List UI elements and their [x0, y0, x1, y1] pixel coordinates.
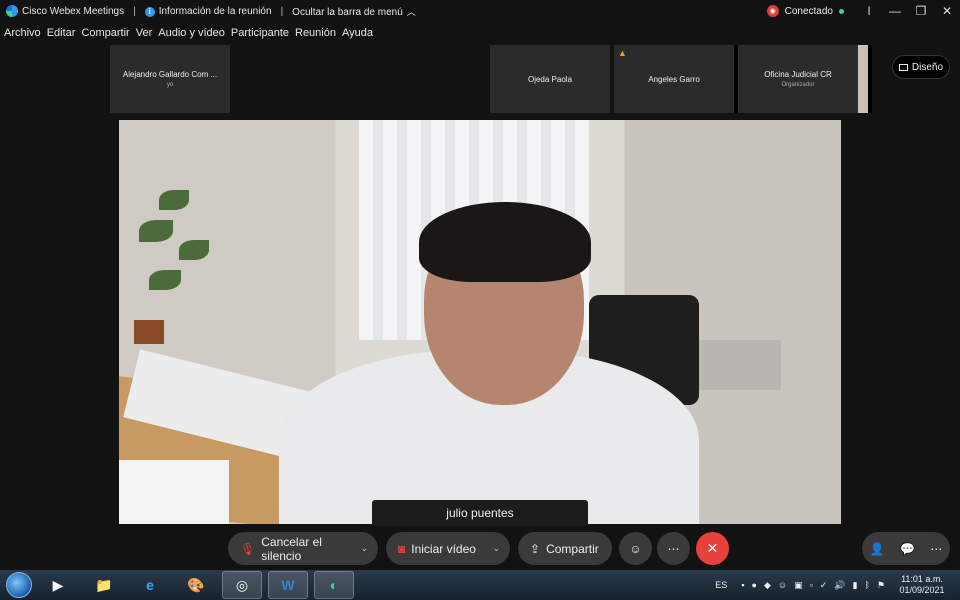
menu-bar: Archivo Editar Compartir Ver Audio y víd…	[0, 24, 375, 42]
connection-status: Conectado	[784, 5, 833, 17]
reactions-button[interactable]: ☺	[619, 532, 652, 565]
menu-archivo[interactable]: Archivo	[4, 27, 41, 39]
chrome-icon[interactable]: ◎	[222, 571, 262, 599]
share-label: Compartir	[546, 541, 599, 556]
meeting-info-label: Información de la reunión	[158, 5, 272, 17]
title-bar-right: ◉ Conectado ǀ — ❐ ✕	[766, 0, 960, 22]
windows-taskbar: ▶ 📁 e 🎨 ◎ W ◐ ES ▪ ● ◆ ☺ ▣ ▫ ✓ 🔊 ▮ ᛒ ⚑ 1…	[0, 570, 960, 600]
webex-logo-icon	[6, 5, 18, 17]
system-tray: ES ▪ ● ◆ ☺ ▣ ▫ ✓ 🔊 ▮ ᛒ ⚑ 11:01 a.m. 01/0…	[715, 570, 960, 600]
close-icon: ✕	[706, 540, 719, 556]
share-button[interactable]: ⇪ Compartir	[518, 532, 612, 565]
clock-date: 01/09/2021	[899, 585, 945, 595]
chevron-down-icon-video[interactable]: ⌄	[492, 543, 500, 554]
title-separator-2: |	[280, 5, 284, 17]
meeting-controls: 🎙 Cancelar el silencio ⌄ ◙ Iniciar vídeo…	[0, 532, 960, 566]
start-button[interactable]	[6, 572, 32, 598]
layout-button[interactable]: Diseño	[892, 55, 950, 79]
meeting-info-button[interactable]: i Información de la reunión	[144, 5, 272, 17]
word-icon[interactable]: W	[268, 571, 308, 599]
title-bar: Cisco Webex Meetings | i Información de l…	[0, 0, 960, 22]
warning-icon: ▲	[618, 48, 627, 58]
menu-ayuda[interactable]: Ayuda	[342, 27, 373, 39]
info-icon: i	[144, 6, 155, 17]
clock[interactable]: 11:01 a.m. 01/09/2021	[892, 574, 952, 596]
connected-status-dot-icon	[839, 8, 844, 14]
participant-sublabel-6: Organizador	[781, 82, 815, 88]
start-video-label: Iniciar vídeo	[411, 541, 476, 556]
menu-reunion[interactable]: Reunión	[295, 27, 336, 39]
bluetooth-icon[interactable]: ᛒ	[865, 580, 870, 590]
speaker-hair	[419, 202, 591, 282]
participant-name-4: Ojeda Paola	[527, 74, 573, 84]
file-explorer-icon[interactable]: 📁	[84, 571, 124, 599]
title-separator: |	[133, 5, 136, 17]
tray-icon-1[interactable]: ▪	[741, 580, 744, 590]
network-icon[interactable]: ▮	[853, 580, 858, 591]
video-plant	[129, 180, 229, 344]
restore-button[interactable]: ❐	[908, 4, 934, 18]
language-indicator[interactable]: ES	[715, 580, 727, 590]
start-video-button[interactable]: ◙ Iniciar vídeo ⌄	[386, 532, 510, 565]
shield-icon[interactable]: ◆	[764, 580, 771, 591]
participants-icon[interactable]: 👤	[870, 542, 885, 556]
participant-tile-garro[interactable]: ▲ Angeles Garro	[614, 45, 734, 113]
menu-editar[interactable]: Editar	[47, 27, 76, 39]
mic-muted-icon: 🎙	[240, 541, 256, 556]
menu-ver[interactable]: Ver	[136, 27, 153, 39]
clock-time: 11:01 a.m.	[901, 574, 943, 584]
participant-tile-organizer[interactable]: Oficina Judicial CR Organizador	[738, 45, 858, 113]
hide-menu-bar-label: Ocultar la barra de menú	[292, 6, 403, 18]
tray-icon-5[interactable]: ▣	[794, 580, 803, 591]
menu-audio-video[interactable]: Audio y vídeo	[158, 27, 225, 39]
chat-icon[interactable]: 💬	[900, 542, 915, 556]
more-options-button[interactable]: ⋯	[657, 532, 690, 565]
active-speaker-name: julio puentes	[372, 500, 588, 526]
layout-label: Diseño	[911, 61, 944, 73]
leave-meeting-button[interactable]: ✕	[696, 532, 729, 565]
panel-buttons: 👤 💬 ⋯	[862, 532, 950, 565]
ellipsis-icon: ⋯	[667, 541, 680, 556]
participant-name-6: Oficina Judicial CR	[764, 70, 832, 79]
chevron-up-icon: ︿	[406, 6, 416, 17]
camera-off-icon: ◙	[398, 541, 406, 556]
tray-icon-6[interactable]: ▫	[810, 580, 813, 590]
record-icon[interactable]: ◉	[766, 5, 779, 17]
close-button[interactable]: ✕	[934, 4, 960, 18]
participant-tile-ojeda[interactable]: Ojeda Paola	[490, 45, 610, 113]
layout-icon	[898, 63, 908, 71]
volume-icon[interactable]: 🔊	[834, 580, 845, 591]
tray-icon-7[interactable]: ✓	[820, 580, 828, 591]
share-icon: ⇪	[530, 541, 541, 556]
participant-sublabel: yo	[166, 82, 174, 88]
app-title: Cisco Webex Meetings	[22, 5, 125, 17]
menu-participante[interactable]: Participante	[231, 27, 289, 39]
minimize-button[interactable]: —	[882, 4, 908, 18]
active-speaker-video	[119, 120, 841, 524]
internet-explorer-icon[interactable]: e	[130, 571, 170, 599]
smiley-icon: ☺	[629, 541, 642, 556]
participant-tile-self[interactable]: Alejandro Gallardo Com ... yo	[110, 45, 230, 113]
pin-icon[interactable]: ǀ	[856, 4, 882, 18]
webex-taskbar-icon[interactable]: ◐	[314, 571, 354, 599]
menu-compartir[interactable]: Compartir	[81, 27, 129, 39]
participant-name-5: Angeles Garro	[648, 74, 700, 84]
unmute-button[interactable]: 🎙 Cancelar el silencio ⌄	[228, 532, 378, 565]
participant-name: Alejandro Gallardo Com ...	[122, 70, 218, 79]
media-player-icon[interactable]: ▶	[38, 571, 78, 599]
chevron-down-icon[interactable]: ⌄	[360, 543, 368, 554]
video-papers-2	[119, 460, 229, 524]
tray-icon-4[interactable]: ☺	[778, 580, 787, 590]
paint-icon[interactable]: 🎨	[176, 571, 216, 599]
hide-menu-bar-button[interactable]: Ocultar la barra de menú ︿	[292, 5, 416, 18]
more-panels-icon[interactable]: ⋯	[930, 542, 942, 556]
flag-icon[interactable]: ⚑	[877, 580, 885, 591]
unmute-label: Cancelar el silencio	[261, 534, 322, 563]
tray-icon-2[interactable]: ●	[752, 580, 757, 590]
participant-strip: Alejandro Gallardo Com ... yo Ojeda Paol…	[110, 45, 872, 113]
